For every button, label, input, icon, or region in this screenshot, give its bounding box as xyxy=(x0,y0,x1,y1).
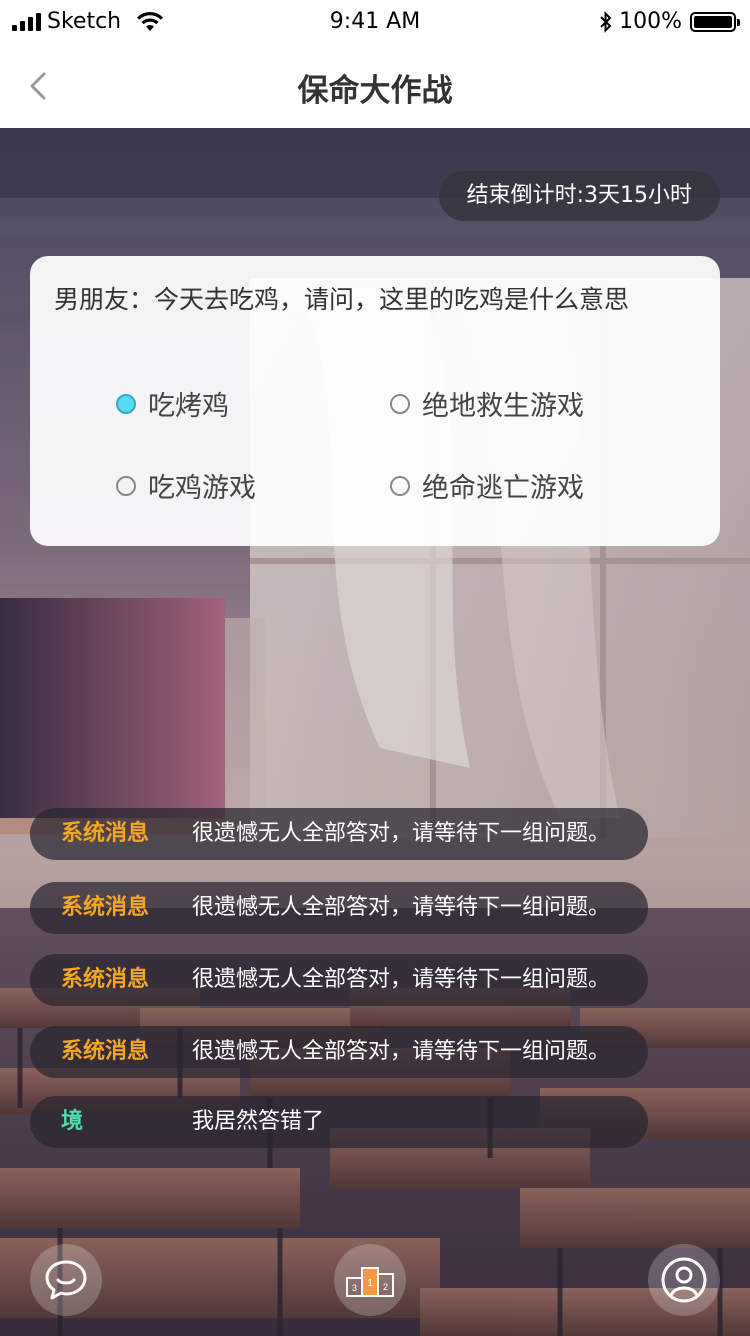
option-3[interactable]: 绝命逃亡游戏 xyxy=(390,466,584,505)
option-2[interactable]: 吃鸡游戏 xyxy=(116,466,256,505)
navigation-bar: 保命大作战 xyxy=(0,44,750,128)
chat-message: 系统消息 很遗憾无人全部答对，请等待下一组问题。 xyxy=(30,882,648,934)
question-text: 男朋友：今天去吃鸡，请问，这里的吃鸡是什么意思 xyxy=(54,285,630,314)
message-text: 很遗憾无人全部答对，请等待下一组问题。 xyxy=(192,967,611,992)
podium-label-2: 2 xyxy=(383,1282,388,1292)
message-sender: 系统消息 xyxy=(61,967,150,992)
radio-icon xyxy=(116,393,136,414)
message-text: 很遗憾无人全部答对，请等待下一组问题。 xyxy=(192,821,611,846)
podium-icon: 1 3 2 xyxy=(346,1267,394,1297)
message-text: 很遗憾无人全部答对，请等待下一组问题。 xyxy=(192,895,611,920)
chat-button[interactable] xyxy=(30,1244,102,1316)
message-sender: 系统消息 xyxy=(61,1039,150,1064)
bluetooth-icon xyxy=(600,10,612,33)
question-card: 男朋友：今天去吃鸡，请问，这里的吃鸡是什么意思 吃烤鸡 绝地救生游戏 吃鸡游戏 … xyxy=(30,256,720,546)
page-title: 保命大作战 xyxy=(297,73,453,109)
battery-icon xyxy=(690,11,740,32)
option-label: 绝地救生游戏 xyxy=(422,391,584,422)
status-bar: Sketch 9:41 AM 100% xyxy=(0,0,750,44)
chat-message: 系统消息 很遗憾无人全部答对，请等待下一组问题。 xyxy=(30,808,648,860)
radio-icon xyxy=(390,475,410,496)
status-right: 100% xyxy=(599,9,740,34)
podium-label-3: 3 xyxy=(352,1283,357,1293)
message-sender: 系统消息 xyxy=(61,821,150,846)
radio-icon xyxy=(116,475,136,496)
radio-icon xyxy=(390,393,410,414)
podium-label-1: 1 xyxy=(367,1278,373,1289)
option-1[interactable]: 绝地救生游戏 xyxy=(390,384,584,423)
chat-message: 境 我居然答错了 xyxy=(30,1096,648,1148)
leaderboard-button[interactable]: 1 3 2 xyxy=(334,1244,406,1316)
battery-percent: 100% xyxy=(619,9,682,34)
option-label: 绝命逃亡游戏 xyxy=(422,473,584,504)
chat-bubble-icon xyxy=(45,1260,87,1300)
chat-message: 系统消息 很遗憾无人全部答对，请等待下一组问题。 xyxy=(30,1026,648,1078)
screen: Sketch 9:41 AM 100% 保命大作战 结束倒计时:3天15小时 男… xyxy=(0,0,750,1336)
message-sender: 系统消息 xyxy=(61,895,150,920)
profile-button[interactable] xyxy=(648,1244,720,1316)
countdown-badge: 结束倒计时:3天15小时 xyxy=(438,171,720,221)
option-label: 吃烤鸡 xyxy=(148,391,229,422)
option-0[interactable]: 吃烤鸡 xyxy=(116,384,229,423)
chat-message: 系统消息 很遗憾无人全部答对，请等待下一组问题。 xyxy=(30,954,648,1006)
message-sender: 境 xyxy=(61,1109,84,1134)
message-text: 很遗憾无人全部答对，请等待下一组问题。 xyxy=(192,1039,611,1064)
message-text: 我居然答错了 xyxy=(192,1109,325,1134)
user-profile-icon xyxy=(661,1257,707,1303)
option-label: 吃鸡游戏 xyxy=(148,473,256,504)
